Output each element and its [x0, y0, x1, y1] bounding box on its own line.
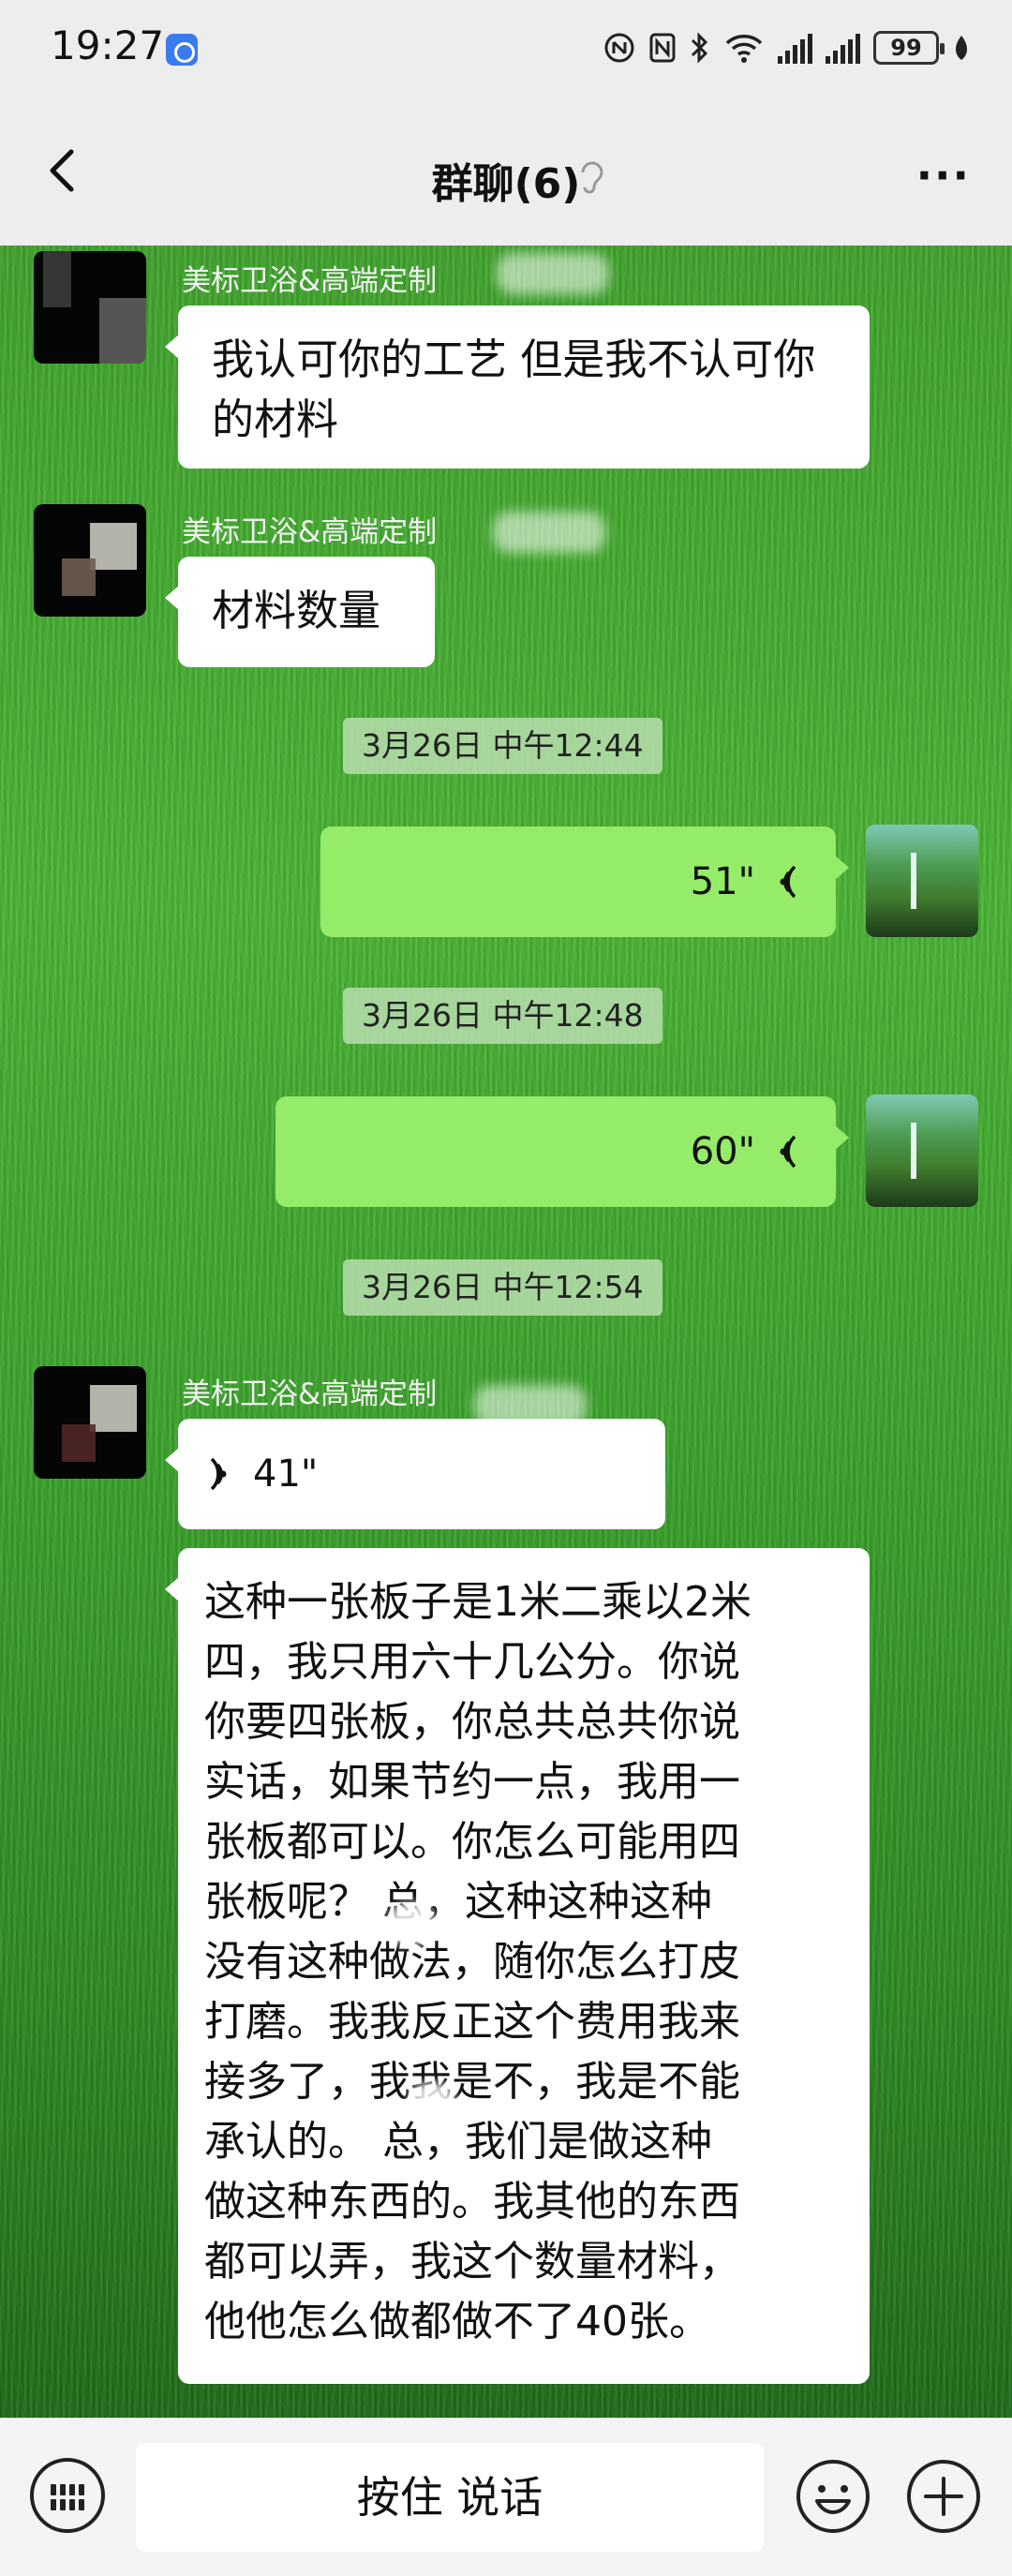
- message-bubble[interactable]: 我认可你的工艺 但是我不认可你的材料: [165, 305, 870, 469]
- input-bar: 按住 说话: [0, 2418, 1012, 2576]
- transcript-line: 张板呢？ 总，这种这种这种: [204, 1878, 712, 1926]
- ear-icon: [581, 161, 603, 194]
- redacted-name: [497, 253, 609, 294]
- bluetooth-icon: [691, 32, 708, 64]
- signal-icon-2: [826, 32, 860, 64]
- voice-message-bubble[interactable]: 60": [275, 1096, 849, 1207]
- message-bubble[interactable]: 材料数量: [165, 557, 435, 667]
- transcript-line: 承认的。 总，我们是做这种: [204, 2118, 712, 2166]
- page-title: 群聊(6): [431, 160, 581, 208]
- timestamp: 3月26日 中午12:48: [343, 988, 662, 1044]
- nfc-icon: [604, 33, 634, 63]
- battery-icon: 99: [873, 31, 945, 65]
- transcript-line: 打磨。我我反正这个费用我来: [204, 1998, 740, 2046]
- voice-duration: 60": [690, 1130, 755, 1173]
- chat-header: 群聊(6) ···: [0, 97, 1012, 246]
- voice-wave-icon: [780, 865, 796, 899]
- n-icon: [649, 33, 676, 63]
- keyboard-toggle-icon[interactable]: [30, 2458, 105, 2533]
- transcript-line: 他他怎么做都做不了40张。: [204, 2298, 710, 2345]
- transcript-line: 没有这种做法，随你怎么打皮: [204, 1938, 740, 1986]
- plus-icon[interactable]: [905, 2458, 982, 2535]
- redacted-name: [493, 512, 605, 553]
- emoji-icon[interactable]: [795, 2458, 871, 2535]
- transcript-line: 做这种东西的。我其他的东西: [204, 2178, 740, 2226]
- voice-duration: 41": [253, 1452, 319, 1496]
- voice-transcript-bubble[interactable]: 这种一张板子是1米二乘以2米 四，我只用六十几公分。你说 你要四张板，你总共总共…: [165, 1548, 870, 2384]
- signal-icon: [778, 32, 812, 64]
- my-avatar[interactable]: [866, 1094, 978, 1207]
- redaction-blot: [409, 2082, 455, 2125]
- transcript-line: 四，我只用六十几公分。你说: [204, 1638, 740, 1686]
- avatar[interactable]: [34, 251, 146, 364]
- sender-name: 美标卫浴&高端定制: [182, 264, 438, 298]
- hold-to-talk-button[interactable]: 按住 说话: [136, 2443, 764, 2552]
- voice-wave-icon: [780, 1135, 796, 1169]
- status-time: 19:27: [51, 22, 165, 68]
- status-icons: 99: [603, 24, 971, 71]
- transcript-line: 都可以弄，我这个数量材料，: [204, 2238, 740, 2286]
- voice-wave-icon: [210, 1457, 227, 1491]
- my-avatar[interactable]: [866, 825, 978, 937]
- timestamp: 3月26日 中午12:54: [343, 1259, 662, 1316]
- wifi-icon: [725, 35, 763, 63]
- voice-message-bubble[interactable]: 41": [165, 1419, 665, 1529]
- transcript-line: 你要四张板，你总共总共你说: [204, 1698, 740, 1746]
- status-bar: 19:27 99: [0, 0, 1012, 97]
- transcript-line: 这种一张板子是1米二乘以2米: [204, 1578, 752, 1626]
- more-options-button[interactable]: ···: [916, 150, 971, 201]
- message-text: 我认可你的工艺 但是我不认可你的材料: [212, 335, 816, 444]
- leaf-icon: [956, 36, 967, 60]
- avatar[interactable]: [34, 504, 146, 617]
- message-text: 材料数量: [212, 586, 381, 635]
- app-notification-icon: [166, 34, 198, 66]
- voice-duration: 51": [690, 860, 755, 903]
- timestamp: 3月26日 中午12:44: [343, 718, 662, 774]
- transcript-line: 实话，如果节约一点，我用一: [204, 1758, 740, 1806]
- sender-name: 美标卫浴&高端定制: [182, 1377, 438, 1411]
- transcript-line: 张板都可以。你怎么可能用四: [204, 1818, 740, 1866]
- avatar[interactable]: [34, 1366, 146, 1479]
- redaction-blot: [388, 1902, 435, 1945]
- voice-message-bubble[interactable]: 51": [320, 826, 849, 937]
- sender-name: 美标卫浴&高端定制: [182, 515, 438, 549]
- transcript-line: 接多了，我我是不，我是不能: [204, 2058, 740, 2106]
